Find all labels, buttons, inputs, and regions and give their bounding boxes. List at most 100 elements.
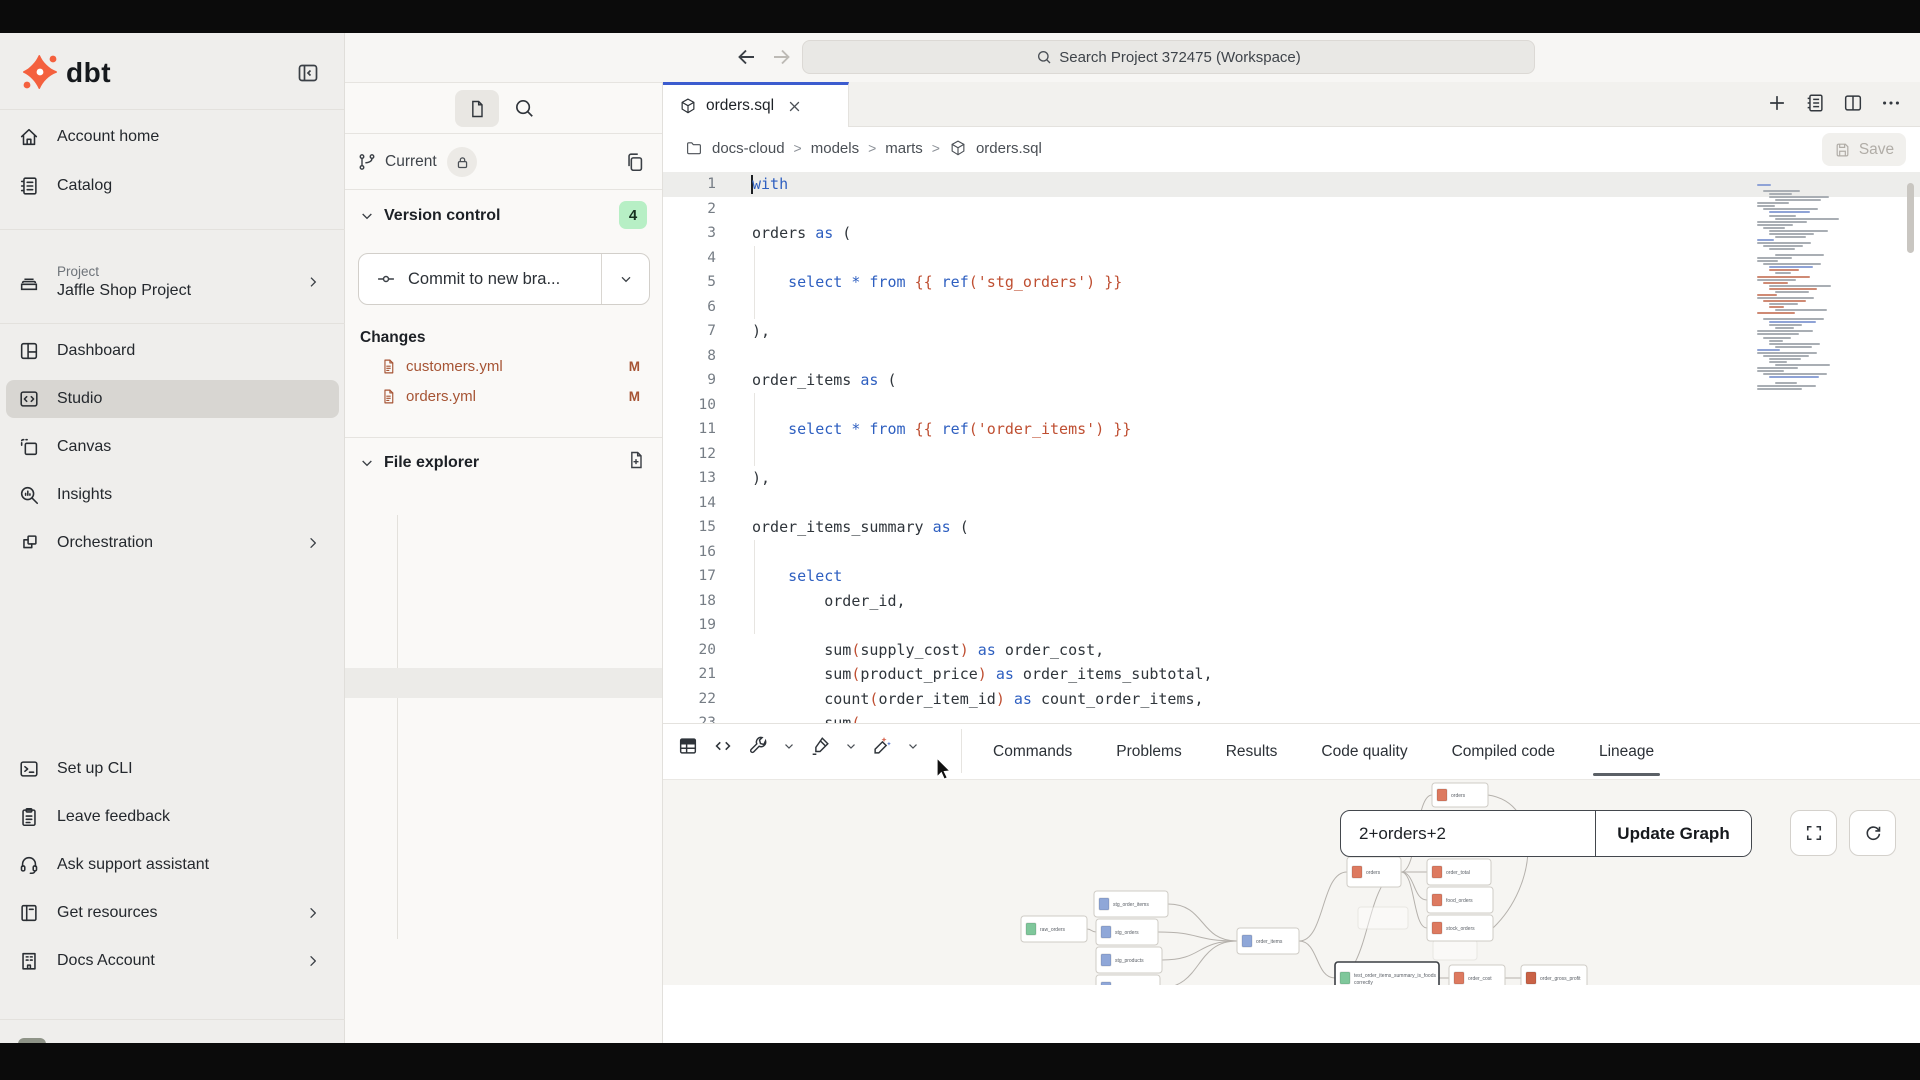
sidebar-item-catalog[interactable]: Catalog [6,167,339,205]
lineage-node-food_orders[interactable]: food_orders [1427,887,1493,913]
tree-item-target[interactable] [345,963,662,993]
tree-item-.gitignore[interactable] [345,1022,662,1044]
tree-item-workflows[interactable] [345,993,662,1023]
chevron-down-icon[interactable] [782,739,796,753]
chevron-down-icon[interactable] [906,739,920,753]
editor-scrollbar[interactable] [1907,183,1914,253]
tree-item-supplies.sql[interactable] [345,786,662,816]
ai-fix-icon[interactable] [871,735,893,757]
sidebar-item-dashboard[interactable]: Dashboard [6,332,339,370]
lineage-node-order_gross_profit[interactable]: order_gross_profit [1521,965,1587,985]
split-view-icon[interactable] [1842,92,1864,114]
branch-name[interactable]: Current [385,153,437,171]
feedback-icon [18,806,40,828]
lineage-node-raw_orders[interactable]: raw_orders [1021,916,1087,942]
close-icon[interactable] [787,99,802,114]
lineage-selector-group: 2+orders+2 Update Graph [1340,810,1752,857]
tree-item-products.yml[interactable] [345,757,662,787]
breadcrumb-item[interactable]: docs-cloud [712,140,785,157]
sidebar-item-insights[interactable]: Insights [6,476,339,514]
lineage-node-order_items[interactable]: order_items [1237,928,1299,954]
sidebar-item-studio[interactable]: Studio [6,380,339,418]
commit-button[interactable]: Commit to new bra... [359,254,601,304]
tree-item-staging[interactable] [345,845,662,875]
notebook-icon[interactable] [1804,92,1826,114]
lineage-node-test_wide[interactable]: test_order_items_summary_is_foodscorrect… [1335,962,1439,985]
lineage-node-stg_supplies[interactable]: stg_supplies [1096,975,1160,985]
sidebar-item-ask-support-assistant[interactable]: Ask support assistant [6,846,339,884]
fullscreen-button[interactable] [1790,810,1837,856]
new-tab-icon[interactable] [1766,92,1788,114]
save-button[interactable]: Save [1822,133,1906,166]
sidebar-item-get-resources[interactable]: Get resources [6,894,339,932]
build-wrench-icon[interactable] [747,735,769,757]
refresh-button[interactable] [1849,810,1896,856]
tree-item-orders.yml[interactable] [345,698,662,728]
tree-item-visual_editor[interactable] [345,875,662,905]
project-search-input[interactable]: Search Project 372475 (Workspace) [802,40,1535,74]
sidebar-item-canvas[interactable]: Canvas [6,428,339,466]
lineage-node-stg_products[interactable]: stg_products [1096,947,1162,973]
breadcrumb[interactable]: docs-cloud>models>marts>orders.sql [685,139,1042,157]
lineage-node-stock_orders[interactable]: stock_orders [1427,915,1493,941]
lineage-view[interactable]: raw_orders stg_order_itemsstg_ordersstg_p… [663,779,1920,985]
tree-item-products.sql[interactable] [345,727,662,757]
results-table-icon[interactable] [677,735,699,757]
file-view-button[interactable] [455,90,499,127]
sidebar-project-switcher[interactable]: Project Jaffle Shop Project [6,249,339,315]
tree-item-models[interactable] [345,521,662,551]
tree-item-marts[interactable] [345,550,662,580]
version-control-header[interactable]: Version control [359,207,500,225]
chevron-down-icon[interactable] [844,739,858,753]
lineage-node-order_total[interactable]: order_total [1427,859,1491,885]
forward-arrow-icon[interactable] [769,45,793,69]
panel-tab-code-quality[interactable]: Code quality [1321,724,1407,779]
copy-icon[interactable] [624,151,646,173]
sidebar-item-docs-account[interactable]: Docs Account [6,942,339,980]
tree-item-orders.sql[interactable] [345,668,662,698]
minimap[interactable] [1757,184,1852,394]
lineage-selector-input[interactable]: 2+orders+2 [1341,811,1595,856]
dashboard-icon [18,340,40,362]
changed-file-customers.yml[interactable]: customers.ymlM [345,351,662,381]
sidebar-item-leave-feedback[interactable]: Leave feedback [6,798,339,836]
tree-item-docs-cloud[interactable] [345,491,662,521]
code-icon[interactable] [712,735,734,757]
tree-item-static[interactable] [345,934,662,964]
panel-tab-commands[interactable]: Commands [993,724,1072,779]
lineage-node-orders[interactable]: orders [1347,857,1401,887]
changed-file-orders.yml[interactable]: orders.ymlM [345,381,662,411]
new-file-icon[interactable] [626,450,646,470]
sidebar-item-set-up-cli[interactable]: Set up CLI [6,750,339,788]
tree-item-seeds[interactable] [345,904,662,934]
commit-dropdown-button[interactable] [601,254,649,304]
breadcrumb-item[interactable]: orders.sql [976,140,1042,157]
back-arrow-icon[interactable] [735,45,759,69]
tree-item-order_items.yml[interactable] [345,639,662,669]
lineage-node-stg_order_items[interactable]: stg_order_items [1094,891,1168,917]
line-number: 9 [663,368,716,393]
breadcrumb-item[interactable]: models [811,140,859,157]
lineage-node-stg_orders[interactable]: stg_orders [1096,919,1158,945]
divider [0,323,345,324]
more-options-icon[interactable] [1880,92,1902,114]
tree-item-order_items.sql[interactable] [345,609,662,639]
panel-tab-lineage[interactable]: Lineage [1599,724,1654,779]
breadcrumb-item[interactable]: marts [885,140,923,157]
tab-orders-sql[interactable]: orders.sql [663,82,849,127]
file-explorer-header[interactable]: File explorer [359,454,479,472]
explorer-search-icon[interactable] [513,97,535,119]
lineage-node-order_cost[interactable]: order_cost [1449,965,1505,985]
tree-item-supplies.yml[interactable] [345,816,662,846]
sidebar-item-account-home[interactable]: Account home [6,118,339,156]
tree-item-metricflow_time_spine.sql[interactable] [345,580,662,610]
panel-tab-compiled-code[interactable]: Compiled code [1452,724,1555,779]
lineage-node-orders_top[interactable]: orders [1432,783,1488,807]
panel-tab-problems[interactable]: Problems [1116,724,1181,779]
panel-tab-results[interactable]: Results [1226,724,1278,779]
update-graph-button[interactable]: Update Graph [1595,811,1751,856]
format-brush-icon[interactable] [809,735,831,757]
code-editor[interactable]: 1with23orders as (45 select * from {{ re… [663,172,1920,723]
sidebar-item-orchestration[interactable]: Orchestration [6,524,339,562]
sidebar-collapse-icon[interactable] [296,61,320,85]
